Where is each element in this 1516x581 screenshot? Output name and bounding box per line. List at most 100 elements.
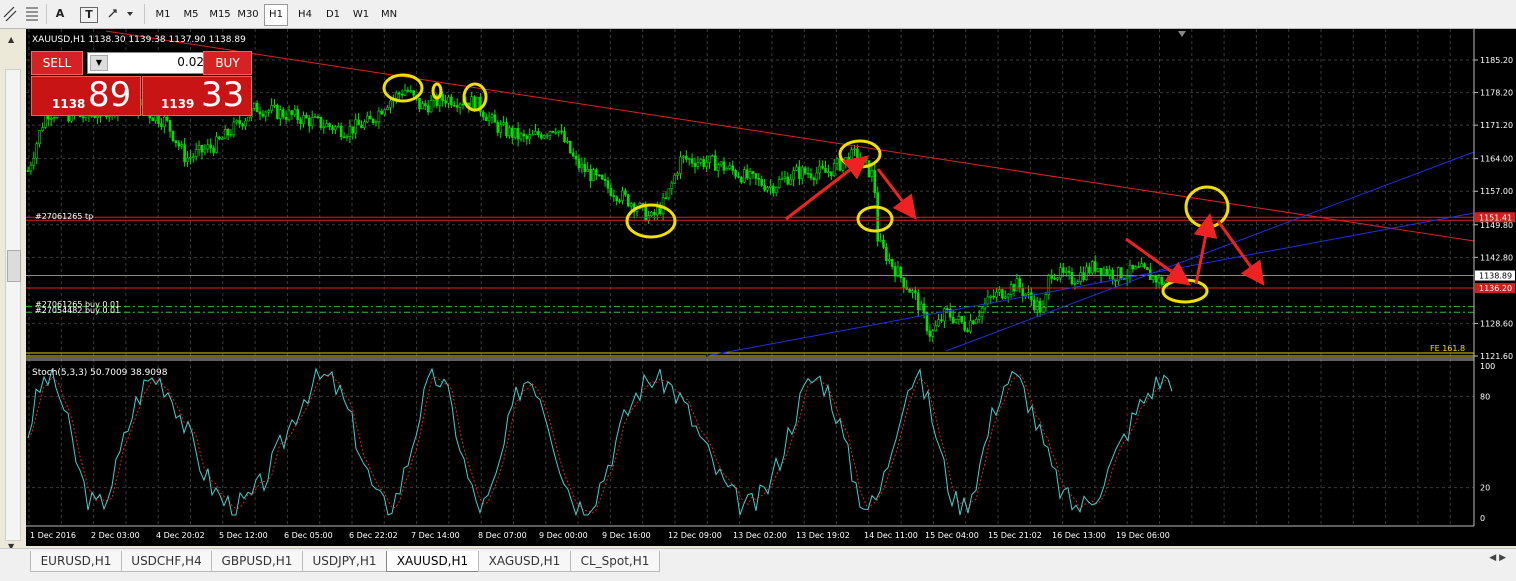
candle-body	[829, 171, 833, 176]
candle-body	[450, 96, 453, 106]
stoch-axis-label: 0	[1480, 514, 1485, 523]
candle-body	[371, 118, 375, 123]
candle-body	[711, 155, 714, 158]
timeframe-m5-button[interactable]: M5	[178, 4, 204, 26]
candle-body	[856, 148, 859, 160]
arrows-dropdown-icon[interactable]	[106, 3, 136, 25]
candle-body	[1067, 270, 1071, 273]
time-axis-label: 7 Dec 14:00	[411, 531, 460, 540]
candle-body	[798, 166, 801, 179]
candle-body	[313, 116, 317, 118]
tab-eurusd-h1[interactable]: EURUSD,H1	[30, 551, 122, 572]
timeframe-m15-button[interactable]: M15	[206, 4, 234, 26]
tab-scroll-icon[interactable]: ◀ ▶	[1489, 553, 1506, 563]
vertical-scrollbar[interactable]	[5, 69, 21, 541]
candle-body	[867, 160, 871, 178]
tab-gbpusd-h1[interactable]: GBPUSD,H1	[211, 551, 303, 572]
timeframe-h1-button[interactable]: H1	[264, 4, 288, 26]
candle-body	[151, 117, 154, 121]
candle-body	[969, 320, 972, 332]
candle-body	[629, 203, 633, 207]
candle-body	[226, 128, 230, 136]
timeframe-w1-button[interactable]: W1	[348, 4, 374, 26]
candle-body	[174, 140, 178, 144]
time-axis-label: 19 Dec 06:00	[1116, 531, 1170, 540]
candle-body	[302, 114, 305, 124]
candle-body	[194, 149, 198, 157]
timeframe-m1-button[interactable]: M1	[150, 4, 176, 26]
candle-body	[452, 104, 456, 107]
tab-usdjpy-h1[interactable]: USDJPY,H1	[302, 551, 387, 572]
lot-size-value[interactable]: 0.02	[177, 55, 204, 69]
tab-cl-spot-h1[interactable]: CL_Spot,H1	[570, 551, 660, 572]
lot-decrease-icon[interactable]: ▼	[90, 55, 108, 71]
candle-body	[310, 117, 314, 127]
fibonacci-icon[interactable]	[24, 3, 42, 25]
candle-body	[307, 117, 311, 127]
candle-body	[1006, 294, 1010, 298]
candle-body	[374, 121, 378, 124]
candle-body	[998, 289, 1001, 293]
timeframe-mn-button[interactable]: MN	[376, 4, 402, 26]
order-label-buy-2: #27054482 buy 0.01	[35, 306, 120, 315]
candle-body	[360, 124, 363, 129]
candle-body	[354, 119, 358, 134]
candle-body	[708, 155, 711, 163]
tab-xauusd-h1[interactable]: XAUUSD,H1	[386, 551, 479, 572]
candle-body	[357, 119, 360, 126]
candle-body	[725, 168, 729, 171]
candle-body	[363, 121, 366, 129]
candle-body	[615, 196, 619, 201]
equidistant-channel-icon[interactable]	[2, 3, 20, 25]
candle-body	[702, 159, 706, 167]
candle-body	[32, 157, 36, 166]
candle-body	[742, 169, 746, 183]
price-axis-label: 1171.20	[1480, 121, 1513, 130]
candle-body	[731, 165, 735, 171]
price-axis-label: 1164.00	[1480, 155, 1513, 164]
candle-body	[238, 120, 241, 125]
candle-body	[345, 136, 349, 138]
timeframe-d1-button[interactable]: D1	[320, 4, 346, 26]
candle-body	[914, 290, 917, 294]
timeframe-h4-button[interactable]: H4	[292, 4, 318, 26]
timeframe-m30-button[interactable]: M30	[234, 4, 262, 26]
candle-body	[189, 156, 192, 159]
tab-usdchf-h4[interactable]: USDCHF,H4	[121, 551, 212, 572]
candle-body	[539, 134, 543, 139]
candle-body	[221, 138, 224, 140]
candle-body	[334, 126, 337, 131]
candle-body	[351, 126, 355, 134]
sell-button[interactable]: SELL	[31, 51, 83, 75]
candle-body	[966, 329, 969, 332]
chart-header: XAUUSD,H1 1138.30 1139.38 1137.90 1138.8…	[32, 35, 246, 45]
candle-body	[223, 128, 227, 139]
chart-window[interactable]: 1185.20 1178.20 1171.20 1164.00 1157.00 1149.…	[26, 29, 1516, 546]
tab-xagusd-h1[interactable]: XAGUSD,H1	[478, 551, 571, 572]
candle-body	[368, 115, 372, 120]
candle-body	[38, 130, 41, 145]
candle-body	[1154, 275, 1158, 283]
time-axis-label: 14 Dec 11:00	[864, 531, 918, 540]
candle-body	[566, 140, 569, 143]
text-label-tool-button[interactable]: T	[80, 7, 98, 23]
candle-body	[180, 144, 183, 147]
stoch-signal-line	[27, 373, 1173, 514]
candle-body	[232, 121, 236, 136]
candle-body	[339, 125, 343, 138]
candle-body	[473, 96, 476, 111]
scroll-up-icon[interactable]: ▲	[8, 35, 14, 44]
sell-price-button[interactable]: 1138 89	[31, 75, 141, 116]
candle-body	[667, 188, 671, 199]
candle-body	[577, 158, 581, 169]
candle-body	[177, 142, 181, 147]
price-badge-label: 1138.89	[1479, 272, 1512, 281]
scrollbar-thumb[interactable]	[7, 250, 21, 282]
buy-button[interactable]: BUY	[203, 51, 252, 75]
candle-body	[487, 116, 491, 122]
candle-body	[832, 163, 836, 176]
buy-price-button[interactable]: 1139 33	[142, 75, 252, 116]
candle-body	[229, 134, 233, 137]
chart-tabs: EURUSD,H1 USDCHF,H4 GBPUSD,H1 USDJPY,H1 XAUU…	[0, 548, 1516, 581]
text-tool-button[interactable]: A	[52, 3, 68, 25]
